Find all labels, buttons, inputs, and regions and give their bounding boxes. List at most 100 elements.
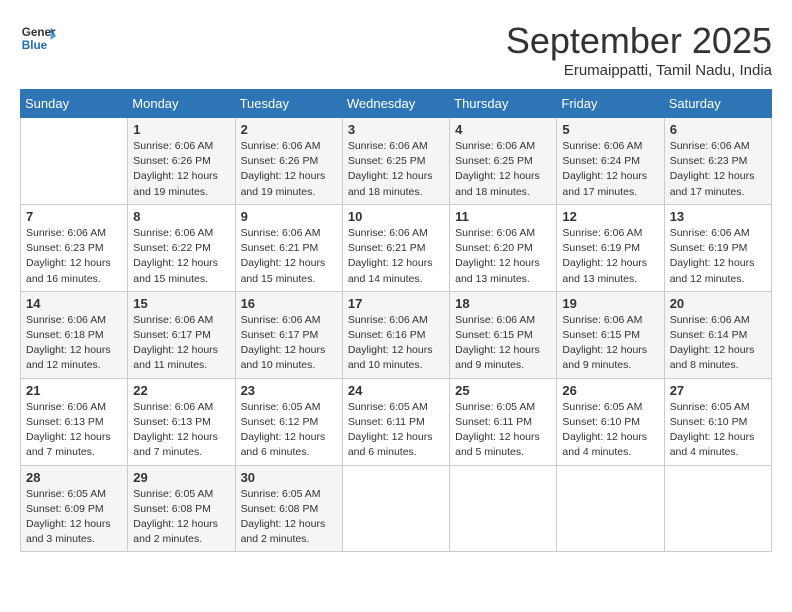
calendar-cell: 12 Sunrise: 6:06 AM Sunset: 6:19 PM Dayli… [557, 204, 664, 291]
day-info: Sunrise: 6:06 AM Sunset: 6:19 PM Dayligh… [670, 226, 766, 287]
location-subtitle: Erumaippatti, Tamil Nadu, India [506, 62, 772, 79]
day-info: Sunrise: 6:06 AM Sunset: 6:18 PM Dayligh… [26, 313, 122, 374]
calendar-cell: 28Sunrise: 6:05 AM Sunset: 6:09 PM Dayli… [21, 465, 128, 552]
day-number: 20 [670, 296, 766, 311]
day-info: Sunrise: 6:06 AM Sunset: 6:22 PM Dayligh… [133, 226, 229, 287]
day-info: Sunrise: 6:06 AM Sunset: 6:15 PM Dayligh… [562, 313, 658, 374]
weekday-header-row: SundayMondayTuesdayWednesdayThursdayFrid… [21, 90, 772, 118]
day-info: Sunrise: 6:06 AM Sunset: 6:21 PM Dayligh… [348, 226, 444, 287]
day-number: 16 [241, 296, 337, 311]
day-info: Sunrise: 6:06 AM Sunset: 6:13 PM Dayligh… [26, 400, 122, 461]
day-info: Sunrise: 6:06 AM Sunset: 6:16 PM Dayligh… [348, 313, 444, 374]
day-info: Sunrise: 6:06 AM Sunset: 6:17 PM Dayligh… [241, 313, 337, 374]
day-info: Sunrise: 6:06 AM Sunset: 6:24 PM Dayligh… [562, 139, 658, 200]
calendar-cell: 27 Sunrise: 6:05 AM Sunset: 6:10 PM Dayli… [664, 378, 771, 465]
calendar-cell [342, 465, 449, 552]
day-number: 12 [562, 209, 658, 224]
calendar-week-row: 1 Sunrise: 6:06 AM Sunset: 6:26 PM Daylig… [21, 118, 772, 205]
day-number: 8 [133, 209, 229, 224]
day-info: Sunrise: 6:05 AM Sunset: 6:11 PM Dayligh… [348, 400, 444, 461]
calendar-cell: 3Sunrise: 6:06 AM Sunset: 6:25 PM Daylig… [342, 118, 449, 205]
calendar-cell: 7Sunrise: 6:06 AM Sunset: 6:23 PM Daylig… [21, 204, 128, 291]
day-info: Sunrise: 6:06 AM Sunset: 6:25 PM Dayligh… [455, 139, 551, 200]
month-title: September 2025 [506, 20, 772, 62]
calendar-cell: 13 Sunrise: 6:06 AM Sunset: 6:19 PM Dayli… [664, 204, 771, 291]
calendar-week-row: 14 Sunrise: 6:06 AM Sunset: 6:18 PM Dayli… [21, 291, 772, 378]
calendar-cell: 23 Sunrise: 6:05 AM Sunset: 6:12 PM Dayli… [235, 378, 342, 465]
calendar-cell: 24 Sunrise: 6:05 AM Sunset: 6:11 PM Dayli… [342, 378, 449, 465]
day-info: Sunrise: 6:06 AM Sunset: 6:23 PM Dayligh… [26, 226, 122, 287]
day-number: 29 [133, 470, 229, 485]
weekday-header: Thursday [450, 90, 557, 118]
day-number: 6 [670, 122, 766, 137]
calendar-cell: 21Sunrise: 6:06 AM Sunset: 6:13 PM Dayli… [21, 378, 128, 465]
day-info: Sunrise: 6:06 AM Sunset: 6:20 PM Dayligh… [455, 226, 551, 287]
svg-text:Blue: Blue [22, 39, 48, 52]
day-number: 1 [133, 122, 229, 137]
weekday-header: Sunday [21, 90, 128, 118]
calendar-cell [664, 465, 771, 552]
day-info: Sunrise: 6:05 AM Sunset: 6:09 PM Dayligh… [26, 487, 122, 548]
calendar-cell: 25 Sunrise: 6:05 AM Sunset: 6:11 PM Dayli… [450, 378, 557, 465]
calendar-cell: 22Sunrise: 6:06 AM Sunset: 6:13 PM Dayli… [128, 378, 235, 465]
day-info: Sunrise: 6:06 AM Sunset: 6:26 PM Dayligh… [133, 139, 229, 200]
weekday-header: Wednesday [342, 90, 449, 118]
calendar-cell: 29Sunrise: 6:05 AM Sunset: 6:08 PM Dayli… [128, 465, 235, 552]
day-info: Sunrise: 6:06 AM Sunset: 6:15 PM Dayligh… [455, 313, 551, 374]
weekday-header: Friday [557, 90, 664, 118]
day-info: Sunrise: 6:06 AM Sunset: 6:23 PM Dayligh… [670, 139, 766, 200]
calendar-cell: 4 Sunrise: 6:06 AM Sunset: 6:25 PM Daylig… [450, 118, 557, 205]
day-info: Sunrise: 6:05 AM Sunset: 6:11 PM Dayligh… [455, 400, 551, 461]
calendar-week-row: 21Sunrise: 6:06 AM Sunset: 6:13 PM Dayli… [21, 378, 772, 465]
day-info: Sunrise: 6:06 AM Sunset: 6:13 PM Dayligh… [133, 400, 229, 461]
calendar-cell: 2Sunrise: 6:06 AM Sunset: 6:26 PM Daylig… [235, 118, 342, 205]
day-number: 26 [562, 383, 658, 398]
day-number: 13 [670, 209, 766, 224]
calendar-cell: 6 Sunrise: 6:06 AM Sunset: 6:23 PM Daylig… [664, 118, 771, 205]
calendar-cell: 9Sunrise: 6:06 AM Sunset: 6:21 PM Daylig… [235, 204, 342, 291]
day-number: 25 [455, 383, 551, 398]
calendar-cell: 14 Sunrise: 6:06 AM Sunset: 6:18 PM Dayli… [21, 291, 128, 378]
calendar-cell [21, 118, 128, 205]
day-number: 18 [455, 296, 551, 311]
calendar-cell: 20Sunrise: 6:06 AM Sunset: 6:14 PM Dayli… [664, 291, 771, 378]
day-number: 30 [241, 470, 337, 485]
calendar-cell: 19Sunrise: 6:06 AM Sunset: 6:15 PM Dayli… [557, 291, 664, 378]
day-number: 23 [241, 383, 337, 398]
calendar-table: SundayMondayTuesdayWednesdayThursdayFrid… [20, 89, 772, 552]
calendar-week-row: 7Sunrise: 6:06 AM Sunset: 6:23 PM Daylig… [21, 204, 772, 291]
calendar-cell: 11 Sunrise: 6:06 AM Sunset: 6:20 PM Dayli… [450, 204, 557, 291]
day-number: 27 [670, 383, 766, 398]
day-info: Sunrise: 6:05 AM Sunset: 6:08 PM Dayligh… [241, 487, 337, 548]
day-info: Sunrise: 6:05 AM Sunset: 6:12 PM Dayligh… [241, 400, 337, 461]
day-info: Sunrise: 6:06 AM Sunset: 6:26 PM Dayligh… [241, 139, 337, 200]
calendar-week-row: 28Sunrise: 6:05 AM Sunset: 6:09 PM Dayli… [21, 465, 772, 552]
calendar-cell: 18 Sunrise: 6:06 AM Sunset: 6:15 PM Dayli… [450, 291, 557, 378]
weekday-header: Saturday [664, 90, 771, 118]
day-info: Sunrise: 6:06 AM Sunset: 6:19 PM Dayligh… [562, 226, 658, 287]
weekday-header: Monday [128, 90, 235, 118]
day-number: 9 [241, 209, 337, 224]
logo-icon: General Blue [20, 20, 56, 56]
day-number: 17 [348, 296, 444, 311]
day-info: Sunrise: 6:06 AM Sunset: 6:25 PM Dayligh… [348, 139, 444, 200]
calendar-cell: 8 Sunrise: 6:06 AM Sunset: 6:22 PM Daylig… [128, 204, 235, 291]
day-number: 24 [348, 383, 444, 398]
calendar-cell [450, 465, 557, 552]
day-number: 4 [455, 122, 551, 137]
weekday-header: Tuesday [235, 90, 342, 118]
calendar-cell: 15Sunrise: 6:06 AM Sunset: 6:17 PM Dayli… [128, 291, 235, 378]
calendar-cell: 17 Sunrise: 6:06 AM Sunset: 6:16 PM Dayli… [342, 291, 449, 378]
title-block: September 2025 Erumaippatti, Tamil Nadu,… [506, 20, 772, 79]
day-number: 14 [26, 296, 122, 311]
page-header: General Blue September 2025 Erumaippatti… [20, 20, 772, 79]
day-number: 10 [348, 209, 444, 224]
day-info: Sunrise: 6:06 AM Sunset: 6:17 PM Dayligh… [133, 313, 229, 374]
day-number: 5 [562, 122, 658, 137]
day-info: Sunrise: 6:05 AM Sunset: 6:10 PM Dayligh… [670, 400, 766, 461]
day-info: Sunrise: 6:05 AM Sunset: 6:10 PM Dayligh… [562, 400, 658, 461]
calendar-cell: 1 Sunrise: 6:06 AM Sunset: 6:26 PM Daylig… [128, 118, 235, 205]
day-number: 11 [455, 209, 551, 224]
calendar-cell [557, 465, 664, 552]
calendar-cell: 26 Sunrise: 6:05 AM Sunset: 6:10 PM Dayli… [557, 378, 664, 465]
